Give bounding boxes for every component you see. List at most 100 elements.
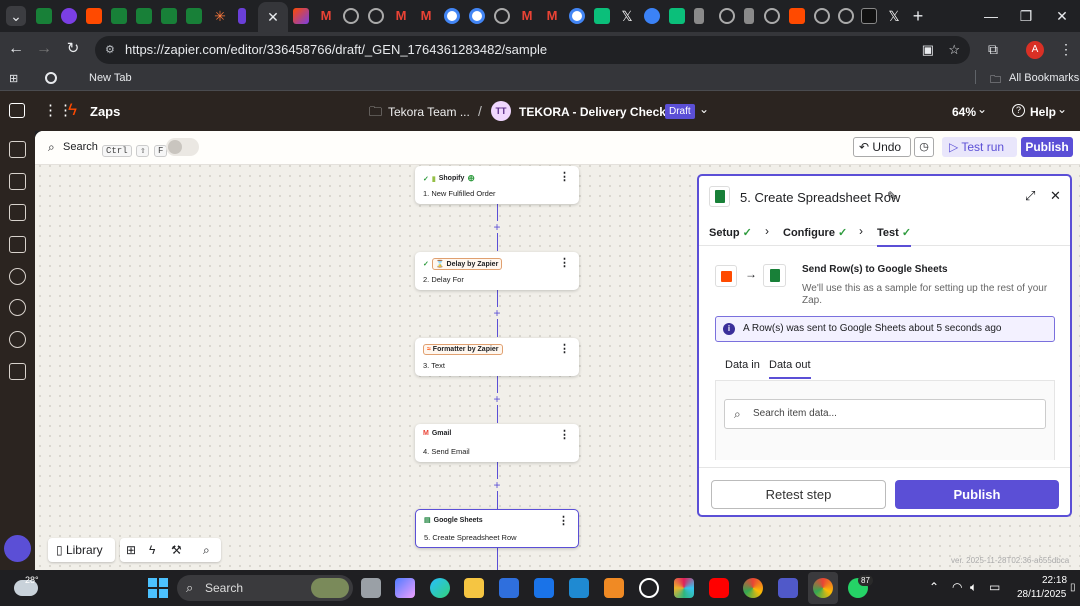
tab-icon[interactable] xyxy=(61,8,77,24)
sidebar-calendar-icon[interactable] xyxy=(9,236,26,253)
menu-kebab-icon[interactable]: ⋮ xyxy=(1056,39,1076,59)
forward-icon[interactable]: → xyxy=(34,39,54,59)
tab-icon[interactable] xyxy=(644,8,660,24)
tab-x-icon[interactable]: 𝕏 xyxy=(886,8,902,24)
sidebar-versions-icon[interactable] xyxy=(9,363,26,380)
tab-x-icon[interactable]: 𝕏 xyxy=(619,8,635,24)
tab-icon[interactable] xyxy=(238,8,246,24)
profile-avatar[interactable]: A xyxy=(1026,41,1044,59)
layout-icon[interactable]: ⊞ xyxy=(126,538,136,562)
tab-gmail-icon[interactable]: M xyxy=(544,8,560,24)
chrome-icon[interactable] xyxy=(813,578,833,598)
slack-icon[interactable] xyxy=(674,578,694,598)
sidebar-apps-icon[interactable] xyxy=(9,141,26,158)
add-step-icon[interactable]: + xyxy=(491,221,503,233)
tab-gmail-icon[interactable]: M xyxy=(318,8,334,24)
canvas-search-label[interactable]: Search xyxy=(63,141,98,153)
toggle-switch[interactable] xyxy=(166,138,199,156)
chevron-down-icon[interactable]: ⌄ xyxy=(977,102,987,116)
tray-chevron-icon[interactable]: ⌃ xyxy=(929,580,939,594)
edge-icon[interactable] xyxy=(430,578,450,598)
add-step-icon[interactable]: + xyxy=(491,479,503,491)
app-name[interactable]: Zaps xyxy=(90,104,120,119)
sidebar-settings-icon[interactable] xyxy=(9,331,26,348)
tab-search-chevron-icon[interactable]: ⌄ xyxy=(6,6,26,26)
step-menu-icon[interactable]: ⋮ xyxy=(558,514,569,527)
youtube-icon[interactable] xyxy=(709,578,729,598)
add-step-icon[interactable]: + xyxy=(491,307,503,319)
vlc-icon[interactable] xyxy=(604,578,624,598)
edit-pencil-icon[interactable]: ✎ xyxy=(887,189,897,203)
tab-sheets-icon[interactable] xyxy=(161,8,177,24)
tab-globe-icon[interactable] xyxy=(343,8,359,24)
clock-date[interactable]: 28/11/2025 xyxy=(1017,589,1066,600)
mail-icon[interactable] xyxy=(534,578,554,598)
tab-google-icon[interactable] xyxy=(444,8,460,24)
store-icon[interactable] xyxy=(499,578,519,598)
tab-sheets-icon[interactable] xyxy=(136,8,152,24)
tab-icon[interactable] xyxy=(293,8,309,24)
tab-google-icon[interactable] xyxy=(469,8,485,24)
bookmark-star-icon[interactable]: ☆ xyxy=(948,36,960,64)
tab-data-in[interactable]: Data in xyxy=(725,359,760,371)
zap-step-3[interactable]: ≈ Formatter by Zapier 3. Text ⋮ xyxy=(415,338,579,376)
home-icon[interactable] xyxy=(9,103,25,118)
address-bar[interactable]: ⚙ https://zapier.com/editor/336458766/dr… xyxy=(95,36,970,64)
retest-step-button[interactable]: Retest step xyxy=(711,480,886,509)
tab-data-out[interactable]: Data out xyxy=(769,359,811,379)
copilot-icon[interactable] xyxy=(395,578,415,598)
tab-close-icon[interactable]: ✕ xyxy=(263,7,283,27)
tab-globe-icon[interactable] xyxy=(814,8,830,24)
add-step-icon[interactable]: + xyxy=(491,393,503,405)
bolt-icon[interactable]: ϟ xyxy=(149,538,155,562)
step-menu-icon[interactable]: ⋮ xyxy=(559,428,570,441)
library-button[interactable]: ▯ Library xyxy=(48,538,115,562)
windows-start-icon[interactable] xyxy=(148,578,168,598)
tab-globe-icon[interactable] xyxy=(719,8,735,24)
tab-zapier-icon[interactable] xyxy=(789,8,805,24)
zap-step-1[interactable]: ✓ ▮ Shopify ⊕ 1. New Fulfilled Order ⋮ xyxy=(415,166,579,204)
tab-sheets-icon[interactable] xyxy=(186,8,202,24)
tab-sheets-icon[interactable] xyxy=(36,8,52,24)
zap-title[interactable]: TEKORA - Delivery Check-In xyxy=(519,105,681,119)
tab-setup[interactable]: Setup ✓ xyxy=(709,226,752,239)
tab-gmail-icon[interactable]: M xyxy=(519,8,535,24)
reload-icon[interactable]: ↻ xyxy=(63,39,83,59)
history-icon[interactable]: ◷ xyxy=(914,137,934,157)
apps-grid-icon[interactable]: ⊞ xyxy=(9,72,18,85)
step-menu-icon[interactable]: ⋮ xyxy=(559,170,570,183)
zoom-level[interactable]: 64% xyxy=(952,105,976,119)
task-view-icon[interactable] xyxy=(361,578,381,598)
search-icon[interactable]: ⌕ xyxy=(48,140,55,155)
extensions-icon[interactable]: ⧉ xyxy=(983,39,1003,59)
taskbar-search[interactable]: ⌕ Search xyxy=(177,575,353,601)
chatgpt-icon[interactable] xyxy=(639,578,659,598)
tab-icon[interactable] xyxy=(744,8,754,24)
tab-icon[interactable] xyxy=(669,8,685,24)
zap-step-2[interactable]: ✓ ⌛ Delay by Zapier 2. Delay For ⋮ xyxy=(415,252,579,290)
back-icon[interactable]: ← xyxy=(6,39,26,59)
sidebar-import-icon[interactable] xyxy=(9,173,26,190)
test-run-button[interactable]: ▷ Test run xyxy=(942,137,1017,157)
undo-button[interactable]: ↶ Undo xyxy=(853,137,911,157)
chrome-icon[interactable] xyxy=(743,578,763,598)
chevron-down-icon[interactable]: ⌄ xyxy=(1057,102,1067,116)
search-item-data-input[interactable]: ⌕ Search item data... xyxy=(724,399,1046,429)
tab-globe-icon[interactable] xyxy=(764,8,780,24)
wifi-icon[interactable]: ◠ xyxy=(952,580,962,594)
search-icon[interactable]: ⌕ xyxy=(203,538,210,562)
chevron-down-icon[interactable]: ⌄ xyxy=(699,102,709,116)
tab-gmail-icon[interactable]: M xyxy=(393,8,409,24)
sidebar-activity-icon[interactable] xyxy=(9,299,26,316)
expand-icon[interactable]: ⤢ xyxy=(1025,188,1035,204)
battery-icon[interactable]: ▭ xyxy=(989,580,1000,594)
tab-globe-icon[interactable] xyxy=(838,8,854,24)
close-window-icon[interactable]: ✕ xyxy=(1052,6,1072,26)
teams-icon[interactable] xyxy=(778,578,798,598)
folder-breadcrumb[interactable]: Tekora Team ... xyxy=(388,105,470,119)
tab-google-icon[interactable] xyxy=(569,8,585,24)
zap-step-4[interactable]: M Gmail 4. Send Email ⋮ xyxy=(415,424,579,462)
panel-title[interactable]: 5. Create Spreadsheet Row xyxy=(740,190,900,205)
sidebar-history-icon[interactable] xyxy=(9,268,26,285)
site-info-icon[interactable]: ⚙ xyxy=(105,36,115,64)
